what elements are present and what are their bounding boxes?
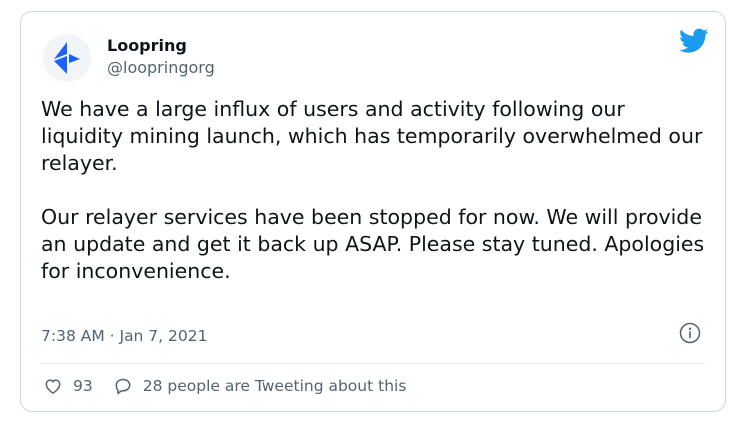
twitter-bird-icon[interactable] <box>679 28 709 54</box>
heart-icon <box>45 379 61 394</box>
speech-bubble-icon <box>115 378 131 395</box>
divider <box>41 363 705 364</box>
tweet-actions: 93 28 people are Tweeting about this <box>43 375 406 397</box>
discussion-label: 28 people are Tweeting about this <box>142 377 407 395</box>
info-icon[interactable] <box>679 322 701 344</box>
avatar[interactable] <box>43 34 91 82</box>
tweet-timestamp[interactable]: 7:38 AM · Jan 7, 2021 <box>41 326 207 346</box>
author-name[interactable]: Loopring <box>107 36 187 56</box>
tweet-paragraph: Our relayer services have been stopped f… <box>41 205 705 283</box>
like-count: 93 <box>73 377 93 395</box>
tweet-text: We have a large influx of users and acti… <box>41 96 711 285</box>
discussion-link[interactable]: 28 people are Tweeting about this <box>113 375 407 397</box>
tweet-card[interactable]: Loopring @loopringorg We have a large in… <box>20 11 726 412</box>
loopring-logo <box>54 42 80 74</box>
tweet-paragraph: We have a large influx of users and acti… <box>41 97 703 175</box>
like-button[interactable]: 93 <box>43 375 93 397</box>
author-handle[interactable]: @loopringorg <box>107 58 215 78</box>
